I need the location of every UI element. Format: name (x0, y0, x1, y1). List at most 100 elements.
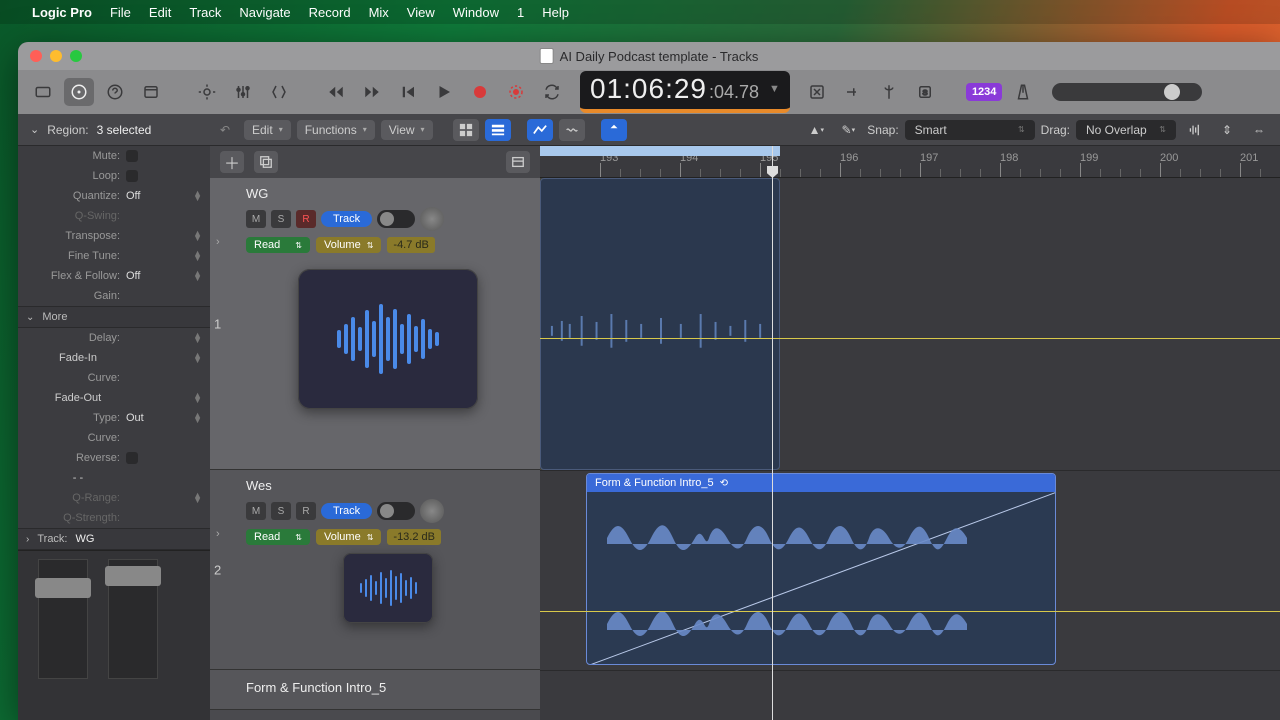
drag-select[interactable]: No Overlap⇅ (1076, 120, 1176, 140)
pan-knob[interactable] (420, 499, 444, 523)
solo-button[interactable]: S (271, 210, 291, 228)
stepper-icon[interactable]: ▲▼ (193, 251, 202, 261)
inspector-value[interactable] (126, 452, 202, 464)
inspector-button[interactable] (64, 78, 94, 106)
record-button[interactable] (464, 78, 496, 106)
master-volume-slider[interactable] (1052, 83, 1202, 101)
back-button[interactable]: ↶ (212, 119, 238, 141)
pointer-tool[interactable]: ▲▾ (803, 119, 829, 141)
tuner-button[interactable] (874, 78, 904, 106)
snap-select[interactable]: Smart⇅ (905, 120, 1035, 140)
automation-param-select[interactable]: Volume⇅ (316, 237, 381, 253)
region-inspector-header[interactable]: ⌄ Region: 3 selected (26, 123, 206, 137)
inspector-value[interactable] (126, 170, 202, 182)
record-enable-button[interactable]: R (296, 210, 316, 228)
waveform-zoom-icon[interactable] (1182, 119, 1208, 141)
input-monitor-toggle[interactable] (377, 210, 415, 228)
menu-1[interactable]: 1 (517, 5, 524, 20)
flex-button[interactable] (559, 119, 585, 141)
stepper-icon[interactable]: ▲▼ (193, 191, 202, 201)
inspector-row[interactable]: Delay:▲▼ (18, 328, 210, 348)
lcd-display[interactable]: 01:06:29 :04.78 ▼ (580, 71, 790, 113)
tracks-area[interactable]: 193194195196197198199200201 (540, 146, 1280, 720)
metronome-button[interactable] (1008, 78, 1038, 106)
track-type-pill[interactable]: Track (321, 211, 372, 227)
disclosure-triangle[interactable]: › (216, 528, 220, 540)
stepper-icon[interactable]: ▲▼ (193, 353, 202, 363)
menu-mix[interactable]: Mix (369, 5, 389, 20)
stepper-icon[interactable]: ▲▼ (193, 413, 202, 423)
track-header[interactable]: 2 › Wes M S R Track Read⇅ Volume⇅ (210, 470, 540, 670)
edit-menu[interactable]: Edit▾ (244, 120, 291, 140)
inspector-value[interactable]: Out▲▼ (126, 412, 202, 424)
quick-help-button[interactable] (100, 78, 130, 106)
mute-button[interactable]: M (246, 210, 266, 228)
inspector-row[interactable]: Fine Tune:▲▼ (18, 246, 210, 266)
inspector-value[interactable]: ▲▼ (126, 251, 202, 261)
inspector-value[interactable]: ▲▼ (136, 393, 202, 403)
inspector-value[interactable]: ▲▼ (126, 333, 202, 343)
vertical-zoom-icon[interactable]: ⇕ (1214, 119, 1240, 141)
inspector-row[interactable]: Q-Swing: (18, 206, 210, 226)
inspector-row[interactable]: Loop: (18, 166, 210, 186)
inspector-value[interactable]: ▲▼ (126, 493, 202, 503)
input-monitor-toggle[interactable] (377, 502, 415, 520)
inspector-row[interactable]: Transpose:▲▼ (18, 226, 210, 246)
stepper-icon[interactable]: ▲▼ (193, 231, 202, 241)
solo-button[interactable]: S (271, 502, 291, 520)
solo-button[interactable]: S (910, 78, 940, 106)
inspector-row[interactable]: Quantize:Off▲▼ (18, 186, 210, 206)
menu-window[interactable]: Window (453, 5, 499, 20)
chevron-down-icon[interactable]: ▼ (769, 83, 780, 95)
menu-view[interactable]: View (407, 5, 435, 20)
playhead[interactable] (772, 146, 773, 720)
play-button[interactable] (428, 78, 460, 106)
track-lane[interactable]: Form & Function Intro_5 ⟲ (540, 470, 1280, 670)
inspector-value[interactable] (126, 150, 202, 162)
smart-controls-button[interactable] (192, 78, 222, 106)
audio-region[interactable] (540, 178, 780, 470)
duplicate-track-button[interactable] (254, 151, 278, 173)
mute-button[interactable]: M (246, 502, 266, 520)
inspector-row[interactable]: Q-Strength: (18, 508, 210, 528)
count-in-badge[interactable]: 1234 (966, 83, 1002, 101)
track-name[interactable]: Form & Function Intro_5 (246, 680, 530, 695)
inspector-row[interactable]: Mute: (18, 146, 210, 166)
window-zoom-button[interactable] (70, 50, 82, 62)
region-header[interactable]: Form & Function Intro_5 ⟲ (587, 474, 1055, 492)
inspector-row[interactable]: Gain: (18, 286, 210, 306)
track-type-pill[interactable]: Track (321, 503, 372, 519)
grid-view-icon[interactable] (453, 119, 479, 141)
toolbar-button[interactable] (136, 78, 166, 106)
editors-button[interactable] (264, 78, 294, 106)
mixer-button[interactable] (228, 78, 258, 106)
rewind-button[interactable] (320, 78, 352, 106)
inspector-value[interactable]: Off▲▼ (126, 190, 202, 202)
disclosure-triangle[interactable]: › (216, 236, 220, 248)
cycle-button[interactable] (536, 78, 568, 106)
track-name[interactable]: WG (246, 186, 530, 201)
channel-fader[interactable] (108, 559, 158, 679)
app-menu[interactable]: Logic Pro (32, 5, 92, 20)
functions-menu[interactable]: Functions▾ (297, 120, 375, 140)
automation-line[interactable] (540, 611, 1280, 612)
add-track-button[interactable]: ＋ (220, 151, 244, 173)
inspector-row[interactable]: Type:Out▲▼ (18, 408, 210, 428)
view-menu[interactable]: View▾ (381, 120, 433, 140)
stepper-icon[interactable]: ▲▼ (193, 393, 202, 403)
pan-knob[interactable] (420, 207, 444, 231)
checkbox[interactable] (126, 452, 138, 464)
inspector-row[interactable]: Curve: (18, 428, 210, 448)
global-tracks-button[interactable] (506, 151, 530, 173)
stepper-icon[interactable]: ▲▼ (193, 493, 202, 503)
inspector-value[interactable]: ▲▼ (136, 353, 202, 363)
inspector-row[interactable]: Flex & Follow:Off▲▼ (18, 266, 210, 286)
stepper-icon[interactable]: ▲▼ (193, 271, 202, 281)
window-close-button[interactable] (30, 50, 42, 62)
replace-button[interactable] (802, 78, 832, 106)
inspector-row[interactable]: - - (18, 468, 210, 488)
track-header[interactable]: Form & Function Intro_5 (210, 670, 540, 710)
menu-edit[interactable]: Edit (149, 5, 171, 20)
cycle-range[interactable] (540, 146, 780, 156)
automation-mode-select[interactable]: Read⇅ (246, 237, 310, 253)
